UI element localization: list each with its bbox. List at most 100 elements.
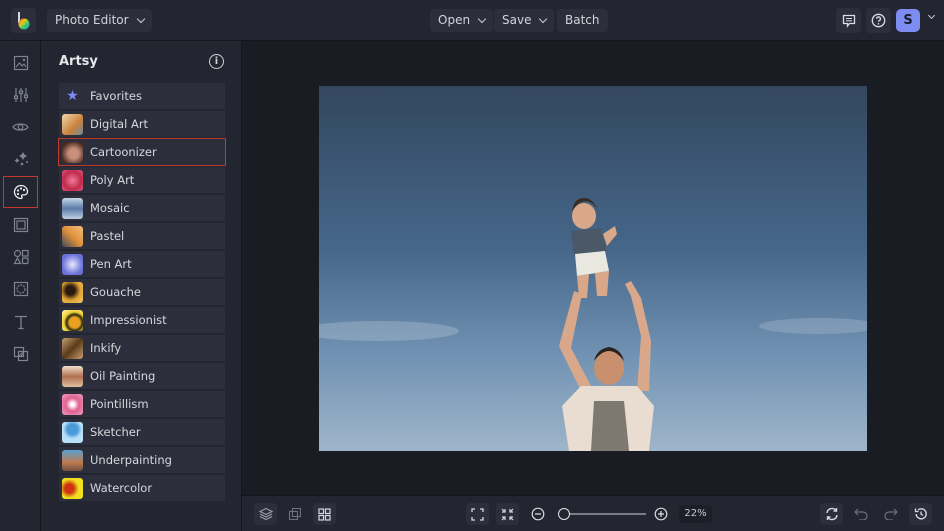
app-menu-label: Photo Editor [55, 13, 129, 27]
list-item-gouache[interactable]: Gouache [59, 279, 225, 305]
help-button[interactable] [866, 8, 891, 33]
rail-artsy[interactable] [3, 176, 38, 208]
photo-content-illustration [319, 198, 867, 451]
layers-icon [258, 507, 273, 521]
list-item-oil-painting[interactable]: Oil Painting [59, 363, 225, 389]
rail-graphics[interactable] [3, 241, 38, 273]
rail-edit-image[interactable] [3, 47, 38, 79]
open-button[interactable]: Open [430, 9, 494, 32]
impressionist-thumbnail [62, 309, 83, 331]
rail-frames[interactable] [3, 209, 38, 241]
inkify-thumbnail [62, 337, 83, 359]
item-label: Gouache [90, 285, 141, 299]
panel-title: Artsy [59, 54, 98, 69]
chevron-down-icon [477, 14, 487, 23]
list-item-mosaic[interactable]: Mosaic [59, 195, 225, 221]
list-item-inkify[interactable]: Inkify [59, 335, 225, 361]
redo-icon [883, 508, 898, 520]
grid-icon [318, 507, 331, 521]
underpainting-thumbnail [62, 449, 83, 471]
list-item-impressionist[interactable]: Impressionist [59, 307, 225, 333]
compare-button[interactable] [283, 503, 306, 525]
chevron-down-icon [539, 14, 548, 23]
layers-button[interactable] [254, 503, 277, 525]
grid-view-button[interactable] [313, 503, 336, 525]
bottom-toolbar: 22% [242, 495, 944, 531]
rail-overlays[interactable] [3, 273, 38, 305]
comment-icon [842, 14, 855, 28]
pastel-thumbnail [62, 225, 83, 247]
photo-canvas[interactable] [319, 86, 867, 451]
batch-label: Batch [565, 13, 600, 27]
rail-touch-up[interactable] [3, 111, 38, 143]
list-item-underpainting[interactable]: Underpainting [59, 447, 225, 473]
artsy-panel: Artsy i ★ Favorites Digital Art Cartooniz… [41, 41, 242, 531]
list-item-sketcher[interactable]: Sketcher [59, 419, 225, 445]
zoom-percentage[interactable]: 22% [679, 505, 712, 523]
adjust-sliders-icon [13, 88, 28, 102]
zoom-slider-track[interactable] [560, 513, 646, 515]
zoom-out-button[interactable] [526, 503, 549, 525]
item-label: Pen Art [90, 257, 132, 271]
replace-image-button[interactable] [820, 503, 843, 525]
list-item-pastel[interactable]: Pastel [59, 223, 225, 249]
item-label: Underpainting [90, 453, 172, 467]
open-label: Open [438, 13, 471, 27]
item-label: Oil Painting [90, 369, 156, 383]
item-label: Cartoonizer [90, 145, 157, 159]
expand-icon [471, 507, 484, 521]
digital-art-thumbnail [62, 113, 83, 135]
rail-layers-overlay[interactable] [3, 338, 38, 370]
chevron-down-icon [136, 14, 145, 23]
rail-effects[interactable] [3, 143, 38, 175]
canvas-area[interactable] [242, 41, 944, 495]
zoom-in-button[interactable] [649, 503, 672, 525]
batch-button[interactable]: Batch [557, 9, 608, 32]
text-icon [14, 315, 27, 330]
mosaic-thumbnail [62, 197, 83, 219]
undo-button[interactable] [849, 503, 872, 525]
item-label: Impressionist [90, 313, 167, 327]
rail-adjust[interactable] [3, 79, 38, 111]
tool-rail [0, 41, 41, 531]
list-item-watercolor[interactable]: Watercolor [59, 475, 225, 501]
rail-text[interactable] [3, 306, 38, 338]
item-label: Favorites [90, 89, 142, 103]
redo-button[interactable] [879, 503, 902, 525]
save-label: Save [502, 13, 532, 27]
fit-to-screen-button[interactable] [466, 503, 489, 525]
oil-painting-thumbnail [62, 365, 83, 387]
image-icon [13, 55, 28, 71]
top-bar: Photo Editor Open Save Batch S [0, 0, 944, 41]
info-icon[interactable]: i [209, 54, 224, 69]
actual-size-button[interactable] [496, 503, 519, 525]
list-item-pointillism[interactable]: Pointillism [59, 391, 225, 417]
texture-icon [13, 281, 28, 297]
list-item-pen-art[interactable]: Pen Art [59, 251, 225, 277]
user-avatar[interactable]: S [896, 9, 920, 32]
watercolor-thumbnail [62, 477, 83, 499]
help-icon [871, 13, 886, 28]
list-item-favorites[interactable]: ★ Favorites [59, 83, 225, 109]
pointillism-thumbnail [62, 393, 83, 415]
pen-art-thumbnail [62, 253, 83, 275]
item-label: Poly Art [90, 173, 135, 187]
star-icon: ★ [66, 88, 79, 104]
refresh-icon [825, 507, 838, 521]
list-item-digital-art[interactable]: Digital Art [59, 111, 225, 137]
account-menu-toggle[interactable] [926, 11, 936, 20]
app-logo[interactable] [11, 8, 36, 33]
item-label: Sketcher [90, 425, 141, 439]
feedback-button[interactable] [836, 8, 861, 33]
item-label: Pastel [90, 229, 125, 243]
app-menu-dropdown[interactable]: Photo Editor [47, 9, 152, 32]
undo-icon [853, 508, 868, 520]
list-item-poly-art[interactable]: Poly Art [59, 167, 225, 193]
item-label: Inkify [90, 341, 122, 355]
zoom-slider-handle[interactable] [558, 508, 571, 520]
frame-icon [13, 217, 28, 233]
effects-list: ★ Favorites Digital Art Cartoonizer Poly … [58, 83, 226, 503]
history-button[interactable] [909, 503, 932, 525]
list-item-cartoonizer[interactable]: Cartoonizer [58, 138, 226, 166]
save-button[interactable]: Save [494, 9, 555, 32]
